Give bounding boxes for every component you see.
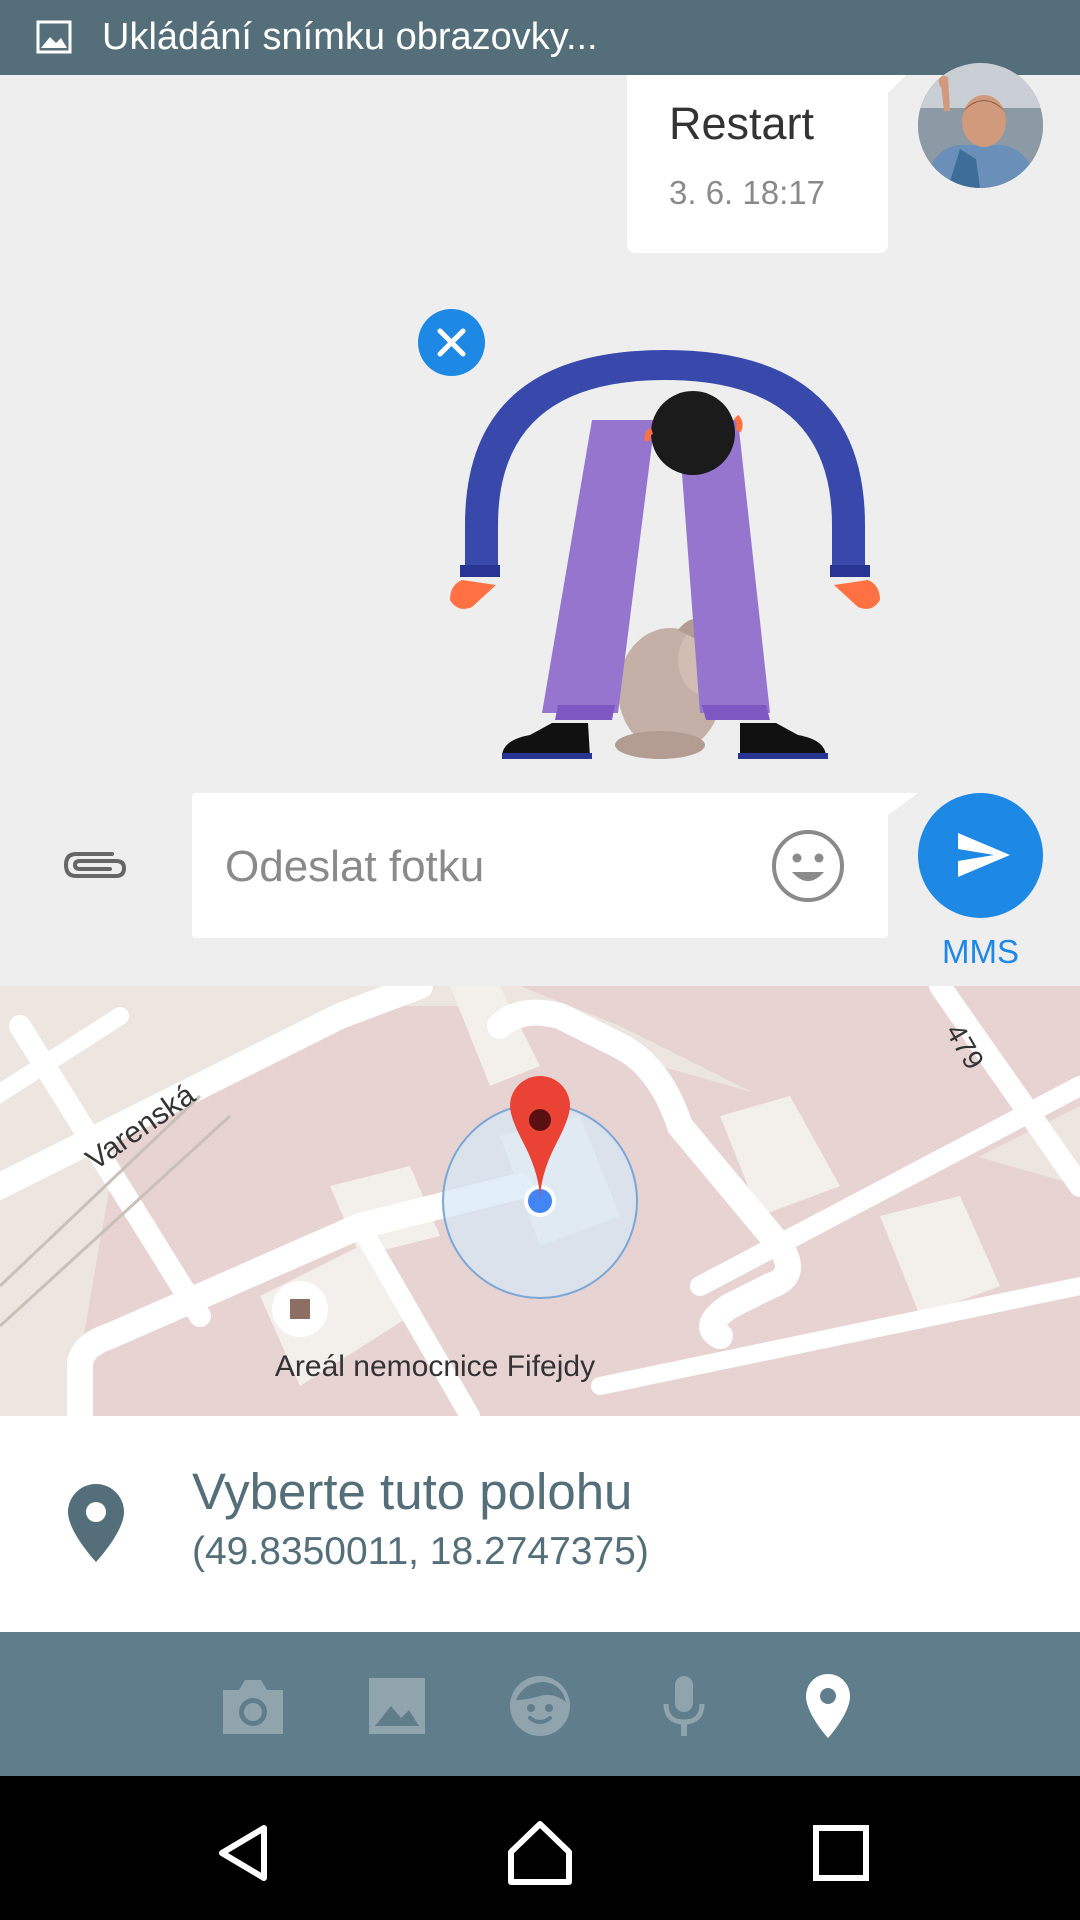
send-type-label: MMS bbox=[942, 933, 1019, 970]
select-location-row[interactable] bbox=[0, 1416, 1080, 1632]
home-icon bbox=[508, 1821, 572, 1885]
gallery-button[interactable] bbox=[361, 1670, 433, 1742]
recents-icon bbox=[813, 1825, 869, 1881]
compose-box-tail bbox=[888, 793, 918, 815]
send-icon bbox=[958, 833, 1010, 877]
back-button[interactable] bbox=[208, 1818, 278, 1888]
smiley-icon bbox=[772, 830, 844, 902]
microphone-icon bbox=[663, 1676, 705, 1736]
sticker-icon bbox=[510, 1676, 570, 1736]
message-input[interactable] bbox=[225, 838, 745, 896]
message-timestamp: 3. 6. 18:17 bbox=[669, 174, 825, 211]
paperclip-icon bbox=[63, 852, 127, 878]
screenshot-notification-icon bbox=[36, 20, 72, 54]
message-text: Restart bbox=[669, 98, 815, 149]
sticker-image bbox=[450, 350, 880, 759]
location-pin-icon bbox=[68, 1484, 124, 1562]
location-icon bbox=[806, 1674, 850, 1738]
avatar[interactable] bbox=[918, 63, 1043, 188]
gallery-icon bbox=[369, 1678, 425, 1734]
map-place-label: Areál nemocnice Fifejdy bbox=[274, 1350, 596, 1383]
camera-icon bbox=[223, 1680, 283, 1734]
avatar-photo bbox=[918, 63, 1043, 188]
sticker-button[interactable] bbox=[504, 1670, 576, 1742]
send-button[interactable] bbox=[918, 793, 1043, 918]
recents-button[interactable] bbox=[806, 1818, 876, 1888]
location-coordinates: (49.8350011, 18.2747375) bbox=[192, 1530, 649, 1573]
location-title: Vyberte tuto polohu bbox=[192, 1463, 633, 1520]
back-icon bbox=[219, 1825, 267, 1881]
location-button[interactable] bbox=[792, 1670, 864, 1742]
status-text: Ukládání snímku obrazovky... bbox=[102, 16, 598, 58]
emoji-button[interactable] bbox=[770, 828, 846, 904]
microphone-button[interactable] bbox=[648, 1670, 720, 1742]
attach-button[interactable] bbox=[60, 840, 130, 890]
camera-button[interactable] bbox=[217, 1670, 289, 1742]
message-bubble-tail bbox=[888, 75, 906, 93]
home-button[interactable] bbox=[505, 1818, 575, 1888]
